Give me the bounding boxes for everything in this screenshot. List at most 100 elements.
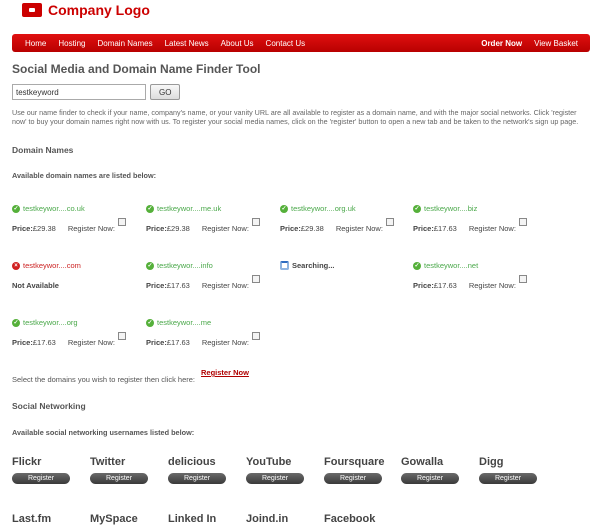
check-icon: ✓ xyxy=(146,204,154,213)
domain-item: ✓ testkeywor....me Price: £17.63 Register No… xyxy=(146,318,276,358)
check-icon: ✓ xyxy=(146,318,154,327)
check-icon: ✓ xyxy=(12,204,20,213)
search-input[interactable] xyxy=(12,84,146,100)
nav-view-basket[interactable]: View Basket xyxy=(528,39,584,48)
social-register-button[interactable]: Register xyxy=(90,473,148,484)
nav-order-now[interactable]: Order Now xyxy=(475,39,528,48)
social-network-name: Digg xyxy=(479,456,504,468)
social-network-item: Last.fm xyxy=(12,513,86,525)
domain-name-text: testkeywor....me.uk xyxy=(157,204,222,213)
check-icon: ✓ xyxy=(146,261,154,270)
domain-item: × testkeywor....com Not Available xyxy=(12,261,142,301)
social-network-item: Facebook xyxy=(324,513,398,525)
page-title: Social Media and Domain Name Finder Tool xyxy=(12,62,261,76)
price-value: £17.63 xyxy=(32,338,56,347)
domain-item: ✓ testkeywor....org.uk Price: £29.38 Registe… xyxy=(280,204,410,244)
social-network-name: Twitter xyxy=(90,456,126,468)
price-value: £17.63 xyxy=(166,281,190,290)
domains-subheading: Available domain names are listed below: xyxy=(12,171,157,180)
register-now-label: Register Now: xyxy=(67,224,115,233)
domain-price-row: Price: £17.63 Register Now: xyxy=(413,281,516,290)
social-network-item: Twitter Register xyxy=(90,456,164,484)
social-network-name: Last.fm xyxy=(12,513,52,525)
social-network-item: delicious Register xyxy=(168,456,242,484)
domain-name-text: Searching... xyxy=(292,261,335,270)
domain-name: ✓ testkeywor....org xyxy=(12,318,142,327)
register-now-label: Register Now: xyxy=(201,338,249,347)
social-network-name: Linked In xyxy=(168,513,217,525)
price-label: Price: xyxy=(12,224,33,233)
social-network-name: YouTube xyxy=(246,456,292,468)
loading-icon xyxy=(280,261,289,270)
register-checkbox[interactable] xyxy=(252,275,260,283)
social-network-item: Foursquare Register xyxy=(324,456,398,484)
social-network-item: Gowalla Register xyxy=(401,456,475,484)
social-network-name: Facebook xyxy=(324,513,376,525)
social-register-button[interactable]: Register xyxy=(246,473,304,484)
page-description: Use our name finder to check if your nam… xyxy=(12,108,579,126)
social-register-button[interactable]: Register xyxy=(12,473,70,484)
domain-price-row: Price: £17.63 Register Now: xyxy=(12,338,115,347)
social-network-item: Linked In xyxy=(168,513,242,525)
domain-item: ✓ testkeywor....net Price: £17.63 Register N… xyxy=(413,261,543,301)
social-register-button[interactable]: Register xyxy=(324,473,382,484)
register-now-label: Register Now: xyxy=(468,281,516,290)
social-network-name: delicious xyxy=(168,456,216,468)
social-network-name: Joind.in xyxy=(246,513,289,525)
register-checkbox[interactable] xyxy=(252,332,260,340)
register-now-label: Register Now: xyxy=(67,338,115,347)
price-label: Price: xyxy=(146,338,167,347)
social-network-name: MySpace xyxy=(90,513,138,525)
price-label: Price: xyxy=(280,224,301,233)
register-checkbox[interactable] xyxy=(118,218,126,226)
register-checkbox[interactable] xyxy=(519,275,527,283)
domain-item: ✓ testkeywor....info Price: £17.63 Register … xyxy=(146,261,276,301)
domain-price-row: Price: £29.38 Register Now: xyxy=(146,224,249,233)
domain-name: ✓ testkeywor....net xyxy=(413,261,543,270)
price-label: Price: xyxy=(12,338,33,347)
domain-name: ✓ testkeywor....info xyxy=(146,261,276,270)
social-network-item: Flickr Register xyxy=(12,456,86,484)
price-value: £29.38 xyxy=(166,224,190,233)
nav-about-us[interactable]: About Us xyxy=(215,39,260,48)
price-value: £17.63 xyxy=(433,224,457,233)
register-checkbox[interactable] xyxy=(252,218,260,226)
nav-home[interactable]: Home xyxy=(19,39,52,48)
domain-name-text: testkeywor....net xyxy=(424,261,479,270)
domain-price-row: Price: £29.38 Register Now: xyxy=(280,224,383,233)
price-value: £17.63 xyxy=(166,338,190,347)
check-icon: ✓ xyxy=(413,204,421,213)
social-register-button[interactable]: Register xyxy=(168,473,226,484)
company-logo[interactable]: Company Logo xyxy=(22,1,150,19)
price-label: Price: xyxy=(413,224,434,233)
register-now-link[interactable]: Register Now xyxy=(201,368,249,377)
search-bar: GO xyxy=(12,84,181,100)
nav-latest-news[interactable]: Latest News xyxy=(159,39,215,48)
social-network-item: Digg Register xyxy=(479,456,553,484)
nav-hosting[interactable]: Hosting xyxy=(52,39,91,48)
register-checkbox[interactable] xyxy=(519,218,527,226)
domain-name: ✓ testkeywor....co.uk xyxy=(12,204,142,213)
go-button[interactable]: GO xyxy=(150,84,181,100)
social-register-button[interactable]: Register xyxy=(401,473,459,484)
nav-domain-names[interactable]: Domain Names xyxy=(91,39,158,48)
domain-price-row: Price: £17.63 Register Now: xyxy=(146,281,249,290)
price-label: Price: xyxy=(413,281,434,290)
price-label: Price: xyxy=(146,281,167,290)
register-checkbox[interactable] xyxy=(386,218,394,226)
social-network-item: YouTube Register xyxy=(246,456,320,484)
social-network-name: Flickr xyxy=(12,456,42,468)
nav-contact-us[interactable]: Contact Us xyxy=(260,39,312,48)
domain-item: ✓ testkeywor....me.uk Price: £29.38 Register… xyxy=(146,204,276,244)
social-register-button[interactable]: Register xyxy=(479,473,537,484)
select-instruction: Select the domains you wish to register … xyxy=(12,375,196,384)
register-checkbox[interactable] xyxy=(118,332,126,340)
domains-heading: Domain Names xyxy=(12,145,74,155)
main-nav: Home Hosting Domain Names Latest News Ab… xyxy=(12,34,590,52)
not-available-text: Not Available xyxy=(12,281,59,290)
price-value: £17.63 xyxy=(433,281,457,290)
check-icon: ✓ xyxy=(12,318,20,327)
domain-name-text: testkeywor....biz xyxy=(424,204,478,213)
social-heading: Social Networking xyxy=(12,401,86,411)
domain-name-text: testkeywor....me xyxy=(157,318,212,327)
